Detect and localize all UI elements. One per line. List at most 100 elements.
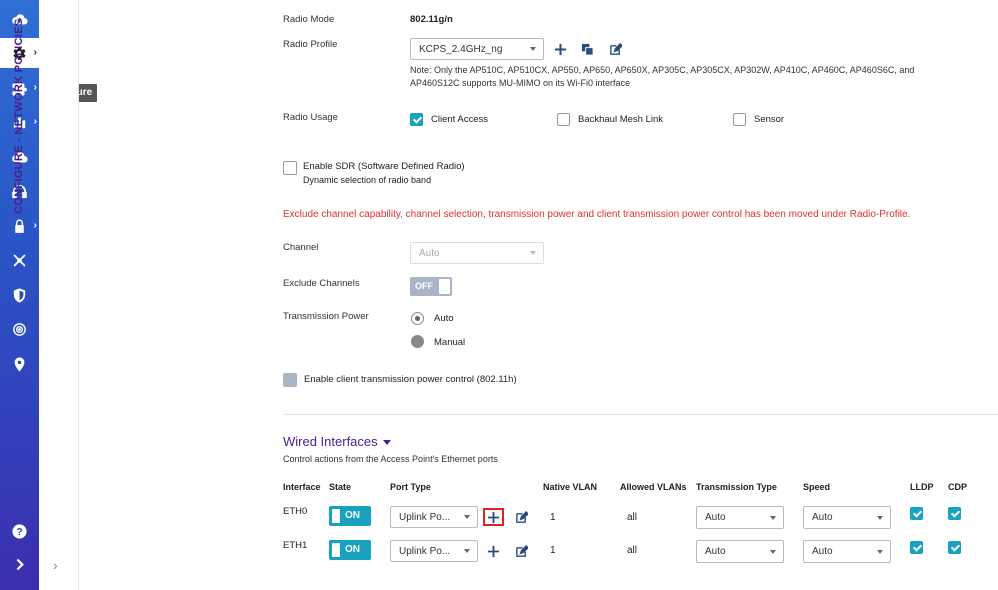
help-icon[interactable]: ? — [0, 516, 39, 546]
eth1-transmission-type-selected: Auto — [705, 546, 726, 557]
transmission-power-label: Transmission Power — [283, 311, 369, 322]
power-manual-radio[interactable] — [411, 335, 424, 348]
eth0-transmission-type-select[interactable]: Auto — [696, 506, 784, 529]
chevron-down-icon — [770, 515, 776, 520]
edit-icon — [609, 42, 622, 55]
exclude-channels-toggle[interactable]: OFF — [410, 277, 452, 296]
enable-sdr-sublabel: Dynamic selection of radio band — [303, 175, 432, 185]
eth0-state-toggle[interactable]: ON — [329, 506, 371, 526]
eth0-edit-port-type-button[interactable] — [513, 509, 529, 525]
radio-mode-label: Radio Mode — [283, 14, 335, 25]
col-header-cdp: CDP — [948, 482, 968, 492]
eth1-state-toggle[interactable]: ON — [329, 540, 371, 560]
eth1-cdp-checkbox[interactable] — [948, 541, 961, 554]
eth0-port-type-selected: Uplink Po... — [399, 511, 451, 523]
toggle-knob — [439, 279, 450, 294]
plus-icon — [487, 545, 499, 557]
eth0-add-port-type-button[interactable] — [483, 508, 504, 526]
power-manual-label: Manual — [434, 337, 466, 348]
sensor-checkbox[interactable] — [733, 113, 746, 126]
eth1-port-type-select[interactable]: Uplink Po... — [390, 540, 478, 562]
chevron-down-icon — [877, 549, 883, 554]
power-auto-radio[interactable] — [411, 312, 424, 325]
backhaul-mesh-checkbox[interactable] — [557, 113, 570, 126]
chevron-down-icon — [770, 549, 776, 554]
chevron-down-icon — [877, 515, 883, 520]
eth1-state-text: ON — [345, 544, 360, 555]
radio-profile-selected: KCPS_2.4GHz_ng — [419, 43, 503, 55]
chevron-right-icon: › — [33, 116, 37, 127]
interface-name: ETH0 — [283, 506, 308, 517]
eth0-cdp-checkbox[interactable] — [948, 507, 961, 520]
radio-usage-label: Radio Usage — [283, 112, 338, 123]
shield-icon[interactable] — [0, 280, 39, 310]
col-header-native-vlan: Native VLAN — [543, 482, 598, 492]
power-auto-label: Auto — [434, 313, 454, 324]
radar-icon[interactable] — [0, 314, 39, 344]
eth0-speed-select[interactable]: Auto — [803, 506, 891, 529]
sensor-label: Sensor — [754, 114, 785, 125]
eth1-speed-select[interactable]: Auto — [803, 540, 891, 563]
copy-icon — [581, 43, 594, 56]
eth1-lldp-checkbox[interactable] — [910, 541, 923, 554]
chevron-right-icon: › — [33, 220, 37, 231]
plus-icon — [554, 43, 566, 55]
policy-section-label: CONFIGURE - NETWORK POLICIES — [13, 18, 25, 214]
expand-chevron-icon[interactable] — [0, 549, 39, 579]
chevron-down-icon — [464, 549, 470, 553]
chevron-right-icon[interactable]: › — [53, 557, 58, 573]
client-access-checkbox[interactable] — [410, 113, 423, 126]
col-header-interface: Interface — [283, 482, 321, 492]
eth1-native-vlan: 1 — [550, 545, 556, 556]
chevron-down-icon — [530, 251, 536, 255]
lock-icon[interactable]: › — [0, 211, 39, 241]
exclude-channels-label: Exclude Channels — [283, 278, 360, 289]
enable-sdr-label: Enable SDR (Software Defined Radio) — [303, 161, 465, 172]
col-header-allowed-vlans: Allowed VLANs — [620, 482, 687, 492]
client-power-control-checkbox[interactable] — [283, 373, 297, 387]
tools-icon[interactable] — [0, 245, 39, 275]
eth1-add-port-type-button[interactable] — [485, 543, 501, 559]
toggle-knob — [332, 509, 340, 523]
policy-column — [39, 0, 79, 590]
chevron-right-icon: › — [33, 82, 37, 93]
eth0-lldp-checkbox[interactable] — [910, 507, 923, 520]
radio-profile-warning: Exclude channel capability, channel sele… — [283, 209, 911, 220]
add-radio-profile-button[interactable] — [552, 41, 568, 57]
wired-interfaces-subtitle: Control actions from the Access Point's … — [283, 454, 498, 464]
exclude-channels-toggle-text: OFF — [415, 281, 433, 291]
eth0-state-text: ON — [345, 510, 360, 521]
chevron-right-icon: › — [33, 47, 37, 58]
eth0-allowed-vlans: all — [627, 512, 638, 523]
edit-icon — [515, 544, 528, 557]
client-access-label: Client Access — [431, 114, 489, 125]
backhaul-mesh-label: Backhaul Mesh Link — [578, 114, 664, 125]
section-divider — [283, 414, 998, 415]
eth1-port-type-selected: Uplink Po... — [399, 545, 451, 557]
copy-radio-profile-button[interactable] — [579, 41, 595, 57]
toggle-knob — [332, 543, 340, 557]
radio-mode-value: 802.11g/n — [410, 14, 453, 25]
col-header-state: State — [329, 482, 352, 492]
radio-profile-label: Radio Profile — [283, 39, 338, 50]
mu-mimo-note: Note: Only the AP510C, AP510CX, AP550, A… — [410, 65, 915, 88]
interface-name: ETH1 — [283, 540, 308, 551]
wired-interfaces-title-text: Wired Interfaces — [283, 434, 378, 449]
wired-interfaces-title[interactable]: Wired Interfaces — [283, 434, 391, 449]
col-header-port-type: Port Type — [390, 482, 431, 492]
eth0-native-vlan: 1 — [550, 512, 556, 523]
enable-sdr-checkbox[interactable] — [283, 161, 297, 175]
eth0-port-type-select[interactable]: Uplink Po... — [390, 506, 478, 528]
plus-icon — [487, 511, 500, 523]
caret-down-icon — [382, 440, 391, 446]
radio-profile-select[interactable]: KCPS_2.4GHz_ng — [410, 38, 544, 60]
edit-radio-profile-button[interactable] — [607, 41, 623, 57]
channel-label: Channel — [283, 242, 319, 253]
svg-text:?: ? — [16, 527, 22, 538]
channel-selected: Auto — [419, 247, 440, 259]
eth1-edit-port-type-button[interactable] — [513, 543, 529, 559]
client-power-control-label: Enable client transmission power control… — [304, 374, 517, 385]
channel-select[interactable]: Auto — [410, 242, 544, 264]
location-pin-icon[interactable] — [0, 349, 39, 379]
eth1-transmission-type-select[interactable]: Auto — [696, 540, 784, 563]
